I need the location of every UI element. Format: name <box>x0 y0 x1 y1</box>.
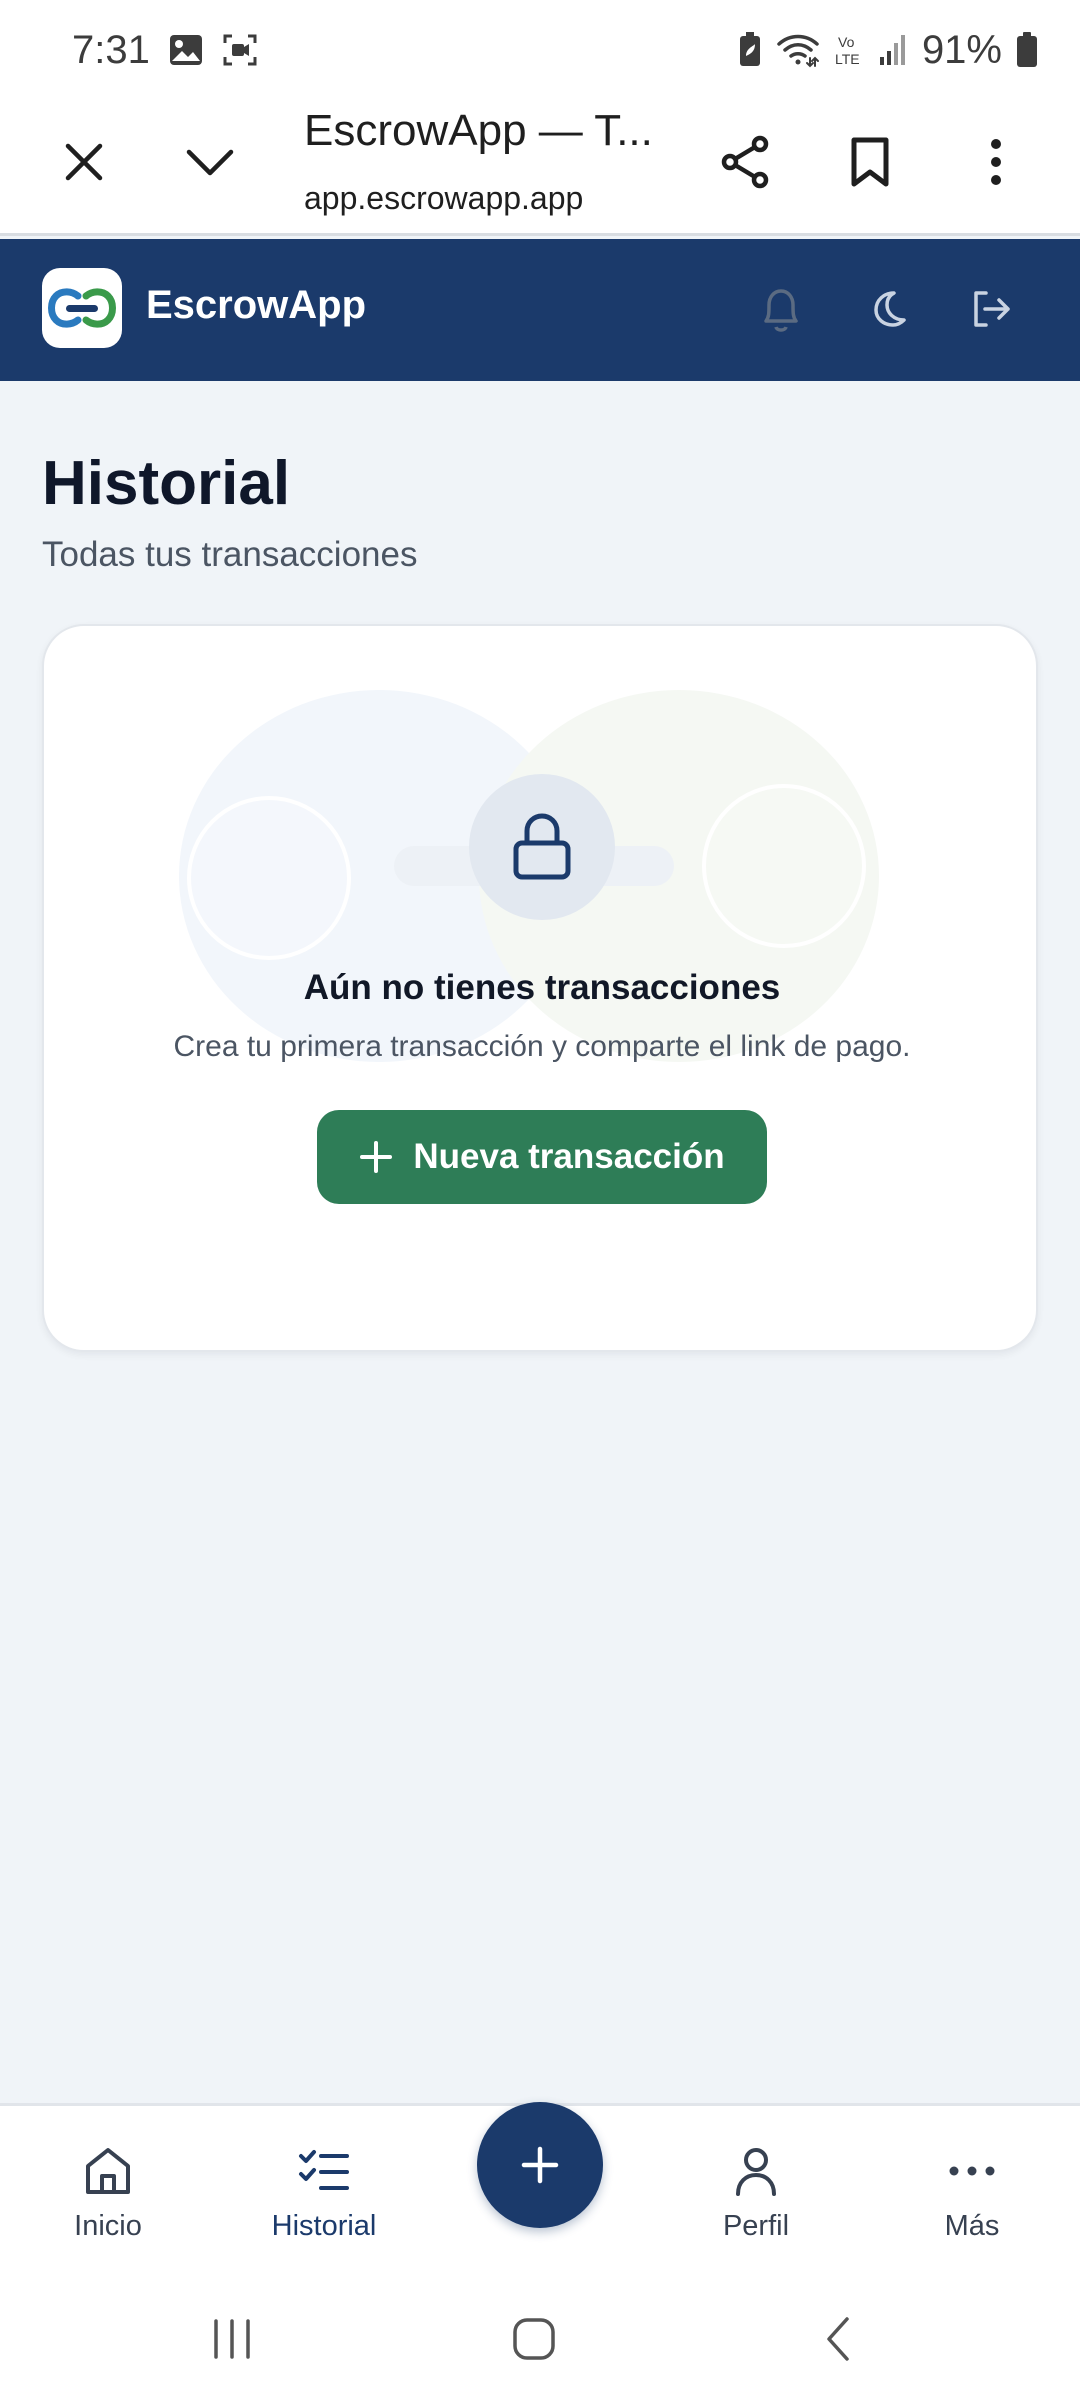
volte-icon: Vo LTE <box>834 32 864 68</box>
new-transaction-button[interactable]: Nueva transacción <box>317 1110 767 1204</box>
browser-url[interactable]: app.escrowapp.app <box>304 180 583 217</box>
nav-label-inicio: Inicio <box>74 2210 142 2242</box>
nav-item-historial[interactable]: Historial <box>234 2106 414 2276</box>
fab-add-transaction[interactable] <box>477 2102 603 2228</box>
bell-icon[interactable] <box>748 276 814 342</box>
lock-icon <box>513 813 571 880</box>
browser-page-title[interactable]: EscrowApp — T... <box>304 106 653 156</box>
user-icon <box>736 2148 776 2196</box>
system-nav-bar <box>0 2273 1080 2400</box>
more-horiz-icon <box>949 2166 995 2176</box>
wifi-icon <box>776 32 820 68</box>
bookmark-icon[interactable] <box>830 122 910 202</box>
page-subtitle: Todas tus transacciones <box>42 535 418 574</box>
browser-toolbar: EscrowApp — T... app.escrowapp.app <box>0 100 1080 236</box>
more-vert-icon[interactable] <box>956 122 1036 202</box>
nav-label-historial: Historial <box>271 2210 377 2242</box>
new-transaction-label: Nueva transacción <box>413 1137 725 1176</box>
nav-label-mas: Más <box>944 2210 1000 2242</box>
nav-item-inicio[interactable]: Inicio <box>18 2106 198 2276</box>
close-icon[interactable] <box>44 122 124 202</box>
app-header: EscrowApp <box>0 239 1080 381</box>
logout-icon[interactable] <box>958 276 1024 342</box>
home-button-icon[interactable] <box>494 2299 574 2379</box>
lock-badge <box>469 774 615 920</box>
status-time: 7:31 <box>72 27 150 72</box>
battery-icon <box>1016 32 1038 68</box>
status-bar: 7:31 Vo LTE 91% <box>0 0 1080 100</box>
chevron-down-icon[interactable] <box>170 122 250 202</box>
empty-state-card: Aún no tienes transacciones Crea tu prim… <box>42 624 1038 1352</box>
plus-icon <box>360 1141 393 1173</box>
back-icon[interactable] <box>798 2299 878 2379</box>
battery-saver-icon <box>738 32 762 68</box>
home-icon <box>86 2148 130 2194</box>
svg-text:LTE: LTE <box>835 51 860 67</box>
plus-icon <box>521 2146 559 2184</box>
battery-percent: 91% <box>921 27 1002 72</box>
nav-item-perfil[interactable]: Perfil <box>666 2106 846 2276</box>
svg-text:Vo: Vo <box>838 34 855 50</box>
gallery-icon <box>168 33 204 67</box>
app-logo[interactable] <box>42 268 122 348</box>
empty-state-description: Crea tu primera transacción y comparte e… <box>173 1030 911 1063</box>
signal-icon <box>878 33 908 67</box>
app-name: EscrowApp <box>146 283 367 327</box>
empty-state-title: Aún no tienes transacciones <box>303 968 781 1007</box>
nav-label-perfil: Perfil <box>722 2210 790 2242</box>
recents-icon[interactable] <box>192 2299 272 2379</box>
moon-icon[interactable] <box>853 276 919 342</box>
bottom-nav: Inicio Historial Perfil Más <box>0 2102 1080 2276</box>
nav-item-mas[interactable]: Más <box>882 2106 1062 2276</box>
share-icon[interactable] <box>706 122 786 202</box>
screen-record-icon <box>222 33 258 67</box>
page-title: Historial <box>42 449 291 518</box>
checklist-icon <box>299 2150 349 2190</box>
